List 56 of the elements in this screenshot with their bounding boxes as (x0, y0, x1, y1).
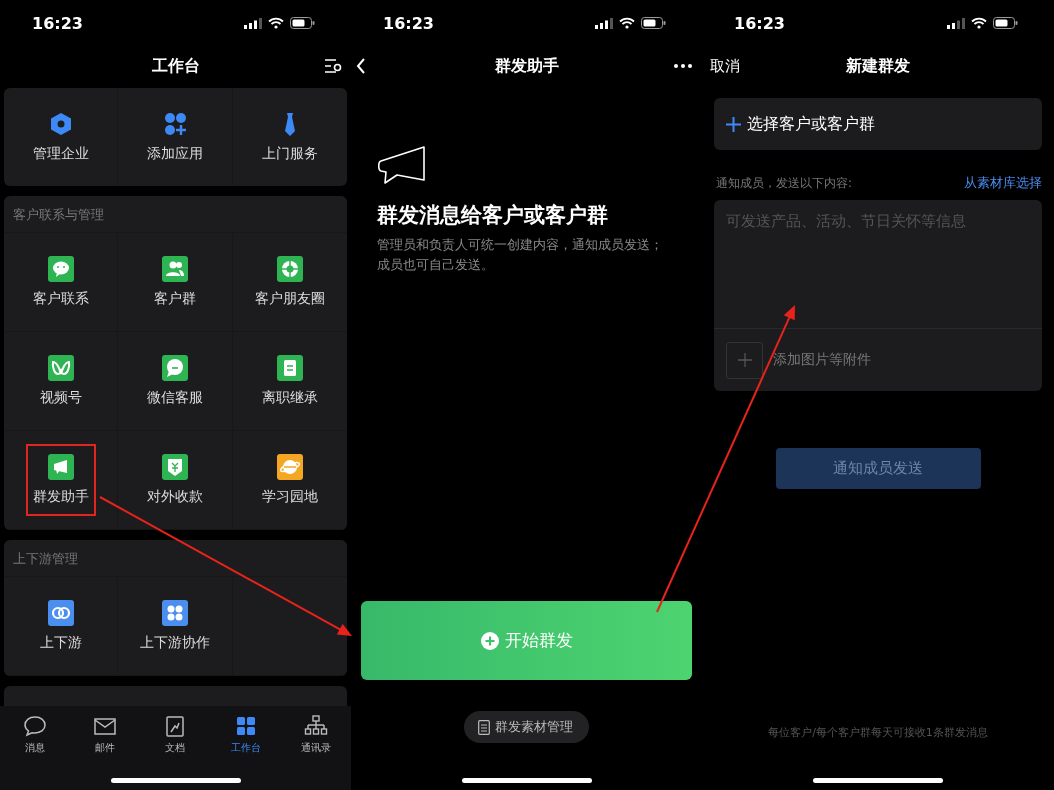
signal-icon (595, 17, 613, 29)
document-icon (478, 719, 490, 735)
tab-bar-item[interactable]: 工作台 (217, 714, 274, 755)
org-chart-icon (303, 714, 328, 738)
app-tile[interactable]: 群发助手 (25, 444, 96, 516)
back-icon[interactable] (356, 58, 366, 74)
app-tile[interactable]: 上下游 (32, 590, 89, 662)
app-tile[interactable]: 客户朋友圈 (247, 246, 332, 318)
battery-icon (993, 17, 1018, 29)
tab-bar-item[interactable]: 消息 (7, 714, 64, 755)
app-tile[interactable]: 添加应用 (140, 101, 210, 173)
tab-bar-item[interactable]: 通讯录 (287, 714, 344, 755)
status-time: 16:23 (734, 13, 785, 33)
page-title: 工作台 (151, 55, 200, 77)
cancel-button[interactable]: 取消 (710, 56, 740, 76)
wifi-icon (971, 17, 987, 29)
megaphone-icon (378, 145, 426, 185)
status-time: 16:23 (32, 13, 83, 33)
battery-icon (290, 17, 315, 29)
materials-button[interactable]: 群发素材管理 (464, 711, 589, 743)
section-heading: 上下游管理 (4, 540, 347, 577)
app-tile[interactable]: 微信客服 (140, 345, 210, 417)
wifi-icon (619, 17, 635, 29)
app-tile[interactable]: 上下游协作 (133, 590, 217, 662)
settings-icon[interactable] (324, 58, 342, 74)
page-title: 群发助手 (494, 55, 559, 77)
plus-icon (726, 116, 741, 132)
status-time: 16:23 (383, 13, 434, 33)
plus-circle-icon (480, 631, 499, 650)
app-tile[interactable]: 对外收款 (140, 444, 210, 516)
more-icon[interactable] (674, 64, 692, 68)
heading: 群发消息给客户或客户群 (377, 202, 609, 229)
app-tile[interactable]: 离职继承 (254, 345, 325, 417)
battery-icon (641, 17, 666, 29)
footer-note: 每位客户/每个客户群每天可接收1条群发消息 (767, 725, 989, 740)
dots-plus-icon (162, 111, 188, 137)
wifi-icon (268, 17, 284, 29)
app-tile[interactable]: 客户群 (147, 246, 203, 318)
attach-label: 添加图片等附件 (773, 351, 871, 369)
content-label: 通知成员，发送以下内容: (716, 174, 853, 192)
app-tile[interactable]: 视频号 (32, 345, 89, 417)
tab-bar-item[interactable]: 文档 (147, 714, 204, 755)
chat-bubble-icon (23, 714, 48, 738)
signal-icon (244, 17, 262, 29)
app-tile[interactable]: 学习园地 (254, 444, 325, 516)
app-tile[interactable]: 上门服务 (254, 101, 325, 173)
plus-icon (737, 353, 752, 367)
app-tile[interactable]: 管理企业 (25, 101, 96, 173)
section-heading: 客户联系与管理 (4, 196, 347, 233)
description: 管理员和负责人可统一创建内容，通知成员发送；成员也可自己发送。 (377, 236, 664, 274)
tab-bar-item[interactable]: 邮件 (77, 714, 134, 755)
select-recipients-button[interactable]: 选择客户或客户群 (714, 98, 1042, 150)
library-link[interactable]: 从素材库选择 (964, 174, 1042, 192)
page-title: 新建群发 (846, 55, 910, 77)
app-tile[interactable]: 客户联系 (25, 246, 96, 318)
signal-icon (947, 17, 965, 29)
